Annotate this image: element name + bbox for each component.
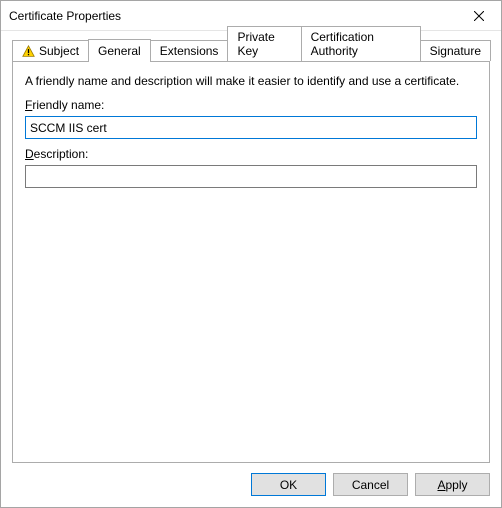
friendly-name-input[interactable] — [25, 116, 477, 139]
close-button[interactable] — [456, 1, 501, 30]
tab-label: Subject — [39, 44, 79, 58]
tab-signature[interactable]: Signature — [420, 40, 491, 61]
tabstrip: Subject General Extensions Private Key C… — [12, 39, 490, 61]
content-area: Subject General Extensions Private Key C… — [1, 31, 501, 463]
close-icon — [474, 11, 484, 21]
ok-button[interactable]: OK — [251, 473, 326, 496]
tab-label: Signature — [430, 44, 481, 58]
tab-private-key[interactable]: Private Key — [227, 26, 301, 61]
description-input[interactable] — [25, 165, 477, 188]
tab-certification-authority[interactable]: Certification Authority — [301, 26, 421, 61]
apply-button[interactable]: Apply — [415, 473, 490, 496]
description-label: Description: — [25, 147, 477, 161]
tab-subject[interactable]: Subject — [12, 40, 89, 61]
tab-label: Private Key — [237, 30, 291, 58]
friendly-name-label: Friendly name: — [25, 98, 477, 112]
tab-general[interactable]: General — [88, 39, 151, 62]
warning-icon — [22, 45, 35, 58]
friendly-name-input-wrap — [25, 116, 477, 139]
tab-extensions[interactable]: Extensions — [150, 40, 229, 61]
window-title: Certificate Properties — [9, 9, 121, 23]
dialog-window: Certificate Properties Subject — [0, 0, 502, 508]
tab-label: Extensions — [160, 44, 219, 58]
tab-label: General — [98, 44, 141, 58]
cancel-button[interactable]: Cancel — [333, 473, 408, 496]
tab-label: Certification Authority — [311, 30, 411, 58]
intro-text: A friendly name and description will mak… — [25, 74, 477, 88]
button-row: OK Cancel Apply — [1, 463, 501, 507]
tab-panel-general: A friendly name and description will mak… — [12, 61, 490, 463]
